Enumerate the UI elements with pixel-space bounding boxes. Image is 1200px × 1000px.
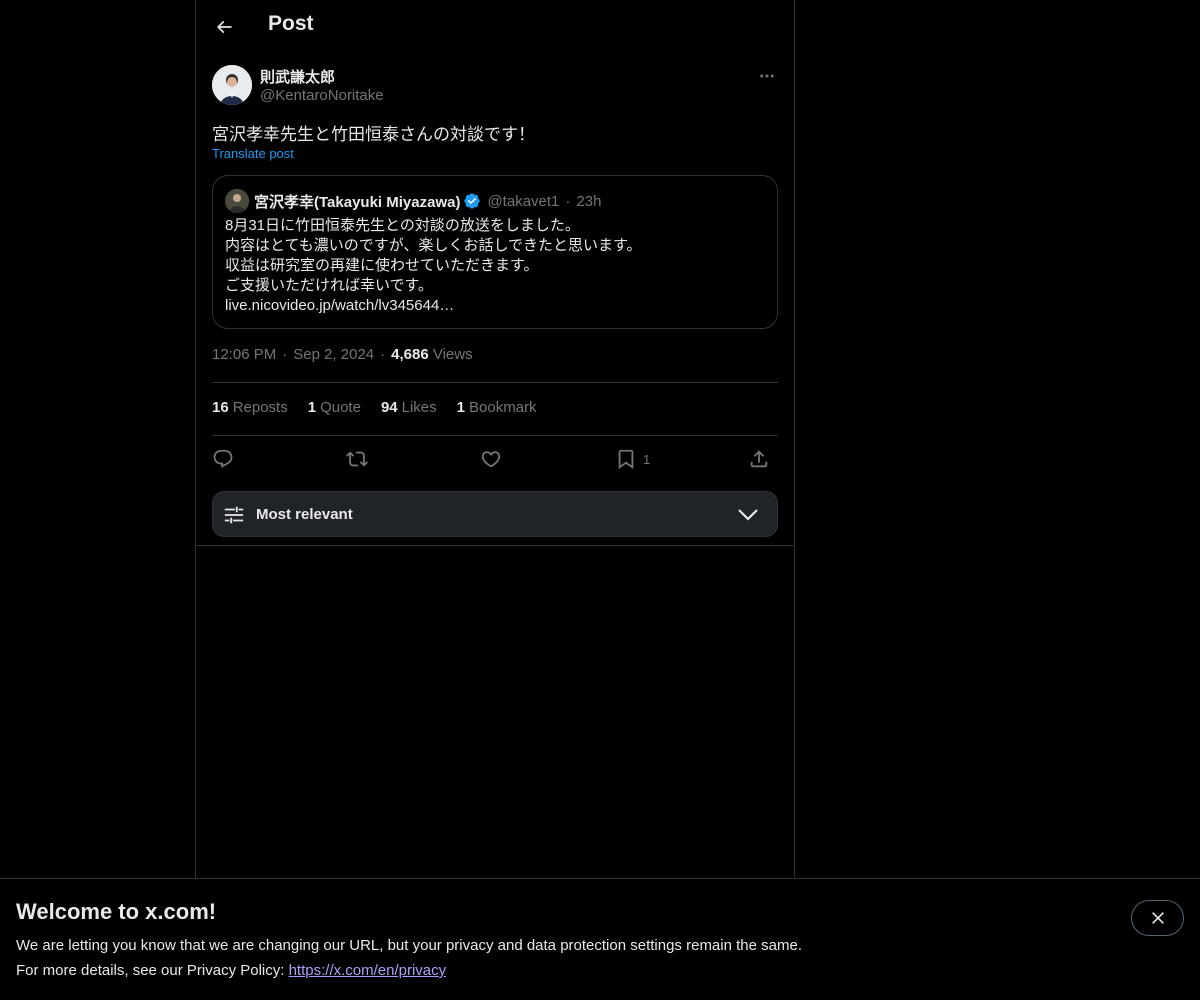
quoted-author-name: 宮沢孝幸(Takayuki Miyazawa): [254, 193, 461, 211]
translate-post-link[interactable]: Translate post: [212, 146, 294, 161]
post-text: 宮沢孝幸先生と竹田恒泰さんの対談です！: [212, 125, 535, 144]
reposts-stat[interactable]: 16 Reposts: [212, 399, 288, 416]
reply-sort-dropdown[interactable]: Most relevant: [212, 491, 778, 537]
likes-stat[interactable]: 94 Likes: [381, 399, 437, 416]
quoted-text-line: ご支援いただければ幸いです。: [225, 277, 434, 294]
privacy-policy-link[interactable]: https://x.com/en/privacy: [289, 962, 447, 979]
banner-close-button[interactable]: [1131, 900, 1184, 936]
quoted-author-handle: @takavet1: [487, 192, 560, 210]
welcome-banner: Welcome to x.com! We are letting you kno…: [0, 878, 1200, 1000]
quoted-text-link[interactable]: live.nicovideo.jp/watch/lv345644…: [225, 296, 642, 316]
share-button[interactable]: [748, 447, 770, 471]
quoted-author-avatar: [225, 189, 249, 213]
quoted-text-line: 8月31日に竹田恒泰先生との対談の放送をしました。: [225, 217, 580, 234]
share-icon: [750, 450, 768, 468]
back-arrow-icon: [216, 20, 232, 34]
quoted-post-time: 23h: [576, 192, 602, 210]
author-name[interactable]: 則武謙太郎: [260, 66, 335, 87]
reply-icon: [213, 449, 233, 468]
bookmark-button[interactable]: 1: [615, 447, 650, 471]
verified-icon: [463, 192, 481, 210]
back-button[interactable]: [208, 11, 240, 43]
quoted-text-line: 内容はとても濃いのですが、楽しくお話しできたと思います。: [225, 237, 642, 254]
author-avatar[interactable]: [212, 65, 252, 105]
post-header: Post: [196, 0, 794, 54]
more-icon: [760, 74, 774, 78]
repost-button[interactable]: [346, 447, 368, 471]
divider: [212, 382, 778, 383]
banner-privacy-prefix: For more details, see our Privacy Policy…: [16, 962, 289, 979]
quotes-stat[interactable]: 1 Quote: [308, 399, 361, 416]
banner-privacy-line: For more details, see our Privacy Policy…: [16, 962, 446, 979]
bookmark-icon: [618, 449, 634, 470]
post-date[interactable]: Sep 2, 2024: [293, 346, 374, 363]
quoted-post-header: 宮沢孝幸(Takayuki Miyazawa) @takavet1 · 23h: [225, 189, 601, 213]
chevron-down-icon: [738, 509, 758, 521]
banner-title: Welcome to x.com!: [16, 899, 217, 924]
views-count: 4,686: [391, 346, 429, 363]
post-metadata: 12:06 PM · Sep 2, 2024 · 4,686 Views: [212, 346, 473, 363]
action-bar: 1: [212, 447, 778, 473]
like-button[interactable]: [480, 447, 502, 471]
quoted-text-line: 収益は研究室の再建に使わせていただきます。: [225, 257, 539, 274]
sort-label: Most relevant: [256, 506, 353, 523]
views-label: Views: [432, 346, 473, 363]
more-button[interactable]: [756, 65, 778, 87]
reply-button[interactable]: [212, 447, 234, 471]
post-time[interactable]: 12:06 PM: [212, 346, 276, 363]
post-column: Post 則武謙太郎 @KentaroNoritake 宮沢孝幸先生と竹田恒泰さ…: [195, 0, 795, 880]
divider: [212, 435, 778, 436]
bookmarks-stat[interactable]: 1 Bookmark: [457, 399, 537, 416]
bookmark-count: 1: [643, 451, 651, 467]
separator-dot: ·: [565, 192, 571, 210]
quoted-post[interactable]: 宮沢孝幸(Takayuki Miyazawa) @takavet1 · 23h …: [212, 175, 778, 329]
quoted-post-text: 8月31日に竹田恒泰先生との対談の放送をしました。 内容はとても濃いのですが、楽…: [225, 216, 642, 316]
engagement-stats: 16 Reposts 1 Quote 94 Likes 1 Bookmark: [212, 399, 537, 416]
repost-icon: [346, 451, 368, 467]
divider: [196, 545, 794, 546]
close-icon: [1151, 912, 1164, 924]
post-author: 則武謙太郎 @KentaroNoritake: [212, 65, 778, 107]
sliders-icon: [224, 506, 244, 524]
banner-message: We are letting you know that we are chan…: [16, 937, 802, 954]
page-title: Post: [268, 12, 314, 35]
author-handle[interactable]: @KentaroNoritake: [260, 87, 384, 104]
like-icon: [481, 451, 501, 468]
